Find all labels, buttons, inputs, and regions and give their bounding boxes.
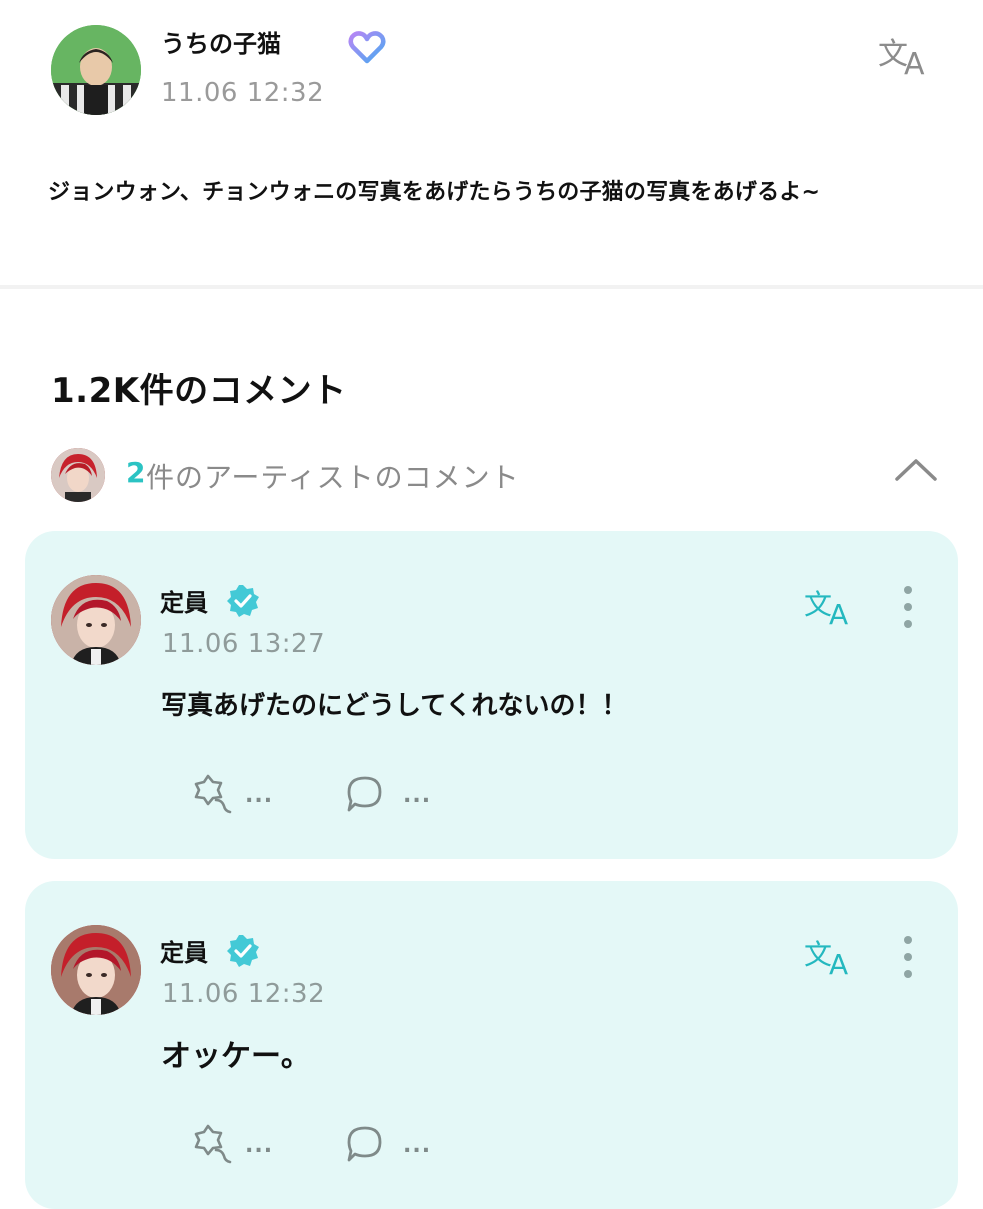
comment-timestamp: 11.06 13:27 xyxy=(162,629,326,659)
more-options-icon[interactable] xyxy=(900,935,916,979)
translate-icon[interactable]: 文 A xyxy=(876,30,936,78)
post-author-avatar[interactable] xyxy=(51,25,141,115)
svg-text:A: A xyxy=(829,598,848,627)
reply-count: ... xyxy=(403,1133,432,1158)
post-header: うちの子猫 11.06 12:32 文 A xyxy=(0,0,983,140)
comment-text: 写真あげたのにどうしてくれないの！！ xyxy=(161,691,628,721)
comment-author-avatar[interactable] xyxy=(51,925,141,1015)
translate-icon[interactable]: 文 A xyxy=(804,933,858,977)
post-author-name[interactable]: うちの子猫 xyxy=(161,24,281,59)
comment-text: オッケー。 xyxy=(161,1039,311,1074)
chevron-up-icon[interactable] xyxy=(893,454,939,484)
svg-text:A: A xyxy=(829,948,848,977)
translate-icon[interactable]: 文 A xyxy=(804,583,858,627)
artist-avatar xyxy=(51,448,105,502)
verified-badge-icon xyxy=(227,935,259,967)
reply-icon[interactable] xyxy=(345,774,385,814)
svg-text:文: 文 xyxy=(804,588,832,621)
reply-icon[interactable] xyxy=(345,1124,385,1164)
svg-text:文: 文 xyxy=(804,938,832,971)
svg-text:A: A xyxy=(904,47,925,78)
verified-badge-icon xyxy=(227,585,259,617)
artist-comments-toggle[interactable]: 2 件のアーティストのコメント xyxy=(0,440,983,510)
post-timestamp: 11.06 12:32 xyxy=(161,78,325,108)
artist-comment-card: 定員 11.06 12:32 文 A オッケー。 ... ... xyxy=(25,881,958,1209)
like-count: ... xyxy=(245,783,274,808)
more-options-icon[interactable] xyxy=(900,585,916,629)
comment-author-avatar[interactable] xyxy=(51,575,141,665)
section-divider xyxy=(0,285,983,289)
artist-comment-label: 件のアーティストのコメント xyxy=(146,461,520,494)
like-count: ... xyxy=(245,1133,274,1158)
comment-timestamp: 11.06 12:32 xyxy=(162,979,326,1009)
artist-comment-count: 2 xyxy=(126,456,146,489)
comments-count-heading: 1.2K件のコメント xyxy=(51,371,347,411)
post-body-text: ジョンウォン、チョンウォニの写真をあげたらうちの子猫の写真をあげるよ~ xyxy=(48,180,821,205)
membership-heart-icon xyxy=(348,31,386,64)
like-icon[interactable] xyxy=(188,774,232,814)
comment-author-name[interactable]: 定員 xyxy=(160,583,208,618)
comment-author-name[interactable]: 定員 xyxy=(160,933,208,968)
like-icon[interactable] xyxy=(188,1124,232,1164)
artist-comment-card: 定員 11.06 13:27 文 A 写真あげたのにどうしてくれないの！！ ..… xyxy=(25,531,958,859)
reply-count: ... xyxy=(403,783,432,808)
